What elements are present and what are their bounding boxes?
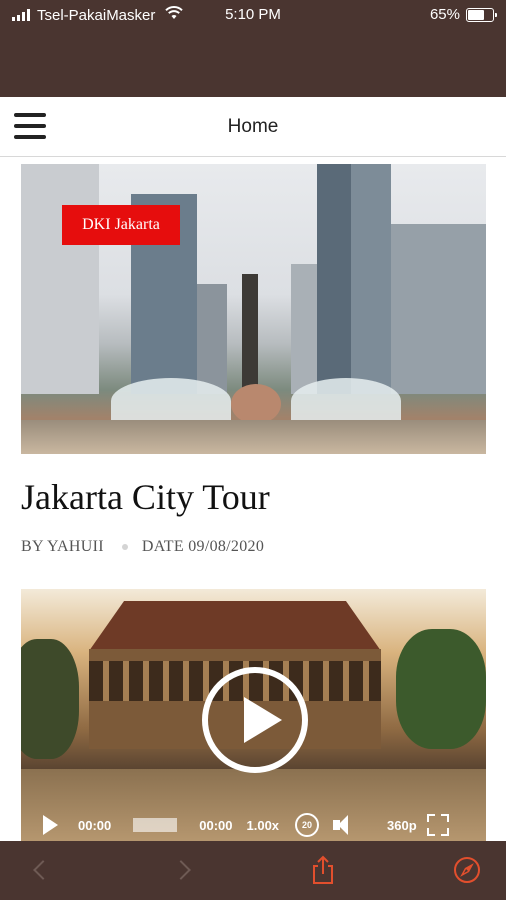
play-overlay-icon[interactable] bbox=[202, 667, 308, 773]
page-title: Home bbox=[227, 116, 279, 137]
featured-image[interactable]: DKI Jakarta bbox=[21, 164, 486, 454]
video-player[interactable]: 00:00 00:00 1.00x 20 360p bbox=[21, 589, 486, 841]
back-arrow-icon[interactable] bbox=[28, 855, 58, 885]
playback-speed[interactable]: 1.00x bbox=[247, 818, 280, 833]
compass-icon[interactable] bbox=[452, 855, 482, 885]
volume-icon[interactable] bbox=[333, 815, 359, 835]
post-date: DATE 09/08/2020 bbox=[141, 538, 265, 555]
carrier-name: Tsel-PakaiMasker bbox=[37, 6, 156, 24]
current-time: 00:00 bbox=[78, 817, 112, 833]
seek-bar[interactable] bbox=[133, 818, 178, 832]
forward-arrow-icon[interactable] bbox=[166, 855, 196, 885]
share-icon[interactable] bbox=[308, 855, 338, 885]
main-content[interactable]: DKI Jakarta Jakarta City Tour BY YAHUII … bbox=[0, 158, 506, 841]
play-icon[interactable] bbox=[43, 815, 58, 835]
post-meta: BY YAHUII DATE 09/08/2020 bbox=[21, 538, 264, 556]
menu-icon[interactable] bbox=[14, 111, 46, 141]
video-controls: 00:00 00:00 1.00x 20 360p bbox=[21, 806, 486, 841]
battery-icon bbox=[466, 7, 497, 22]
post-title[interactable]: Jakarta City Tour bbox=[21, 476, 270, 518]
status-bar: Tsel-PakaiMasker 5:10 PM 65% bbox=[0, 0, 506, 97]
battery-percent: 65% bbox=[429, 6, 460, 23]
top-navbar: Home bbox=[0, 97, 506, 157]
post-author: BY YAHUII bbox=[21, 538, 104, 555]
meta-separator bbox=[121, 544, 128, 550]
status-right: 65% bbox=[429, 6, 497, 23]
quality-selector[interactable]: 360p bbox=[387, 818, 417, 833]
fullscreen-icon[interactable] bbox=[426, 814, 449, 836]
signal-icon bbox=[12, 9, 30, 21]
browser-toolbar bbox=[0, 841, 506, 900]
category-tag[interactable]: DKI Jakarta bbox=[62, 205, 180, 245]
duration: 00:00 bbox=[199, 817, 233, 833]
wifi-icon bbox=[165, 6, 184, 24]
replay-icon[interactable]: 20 bbox=[295, 813, 320, 837]
status-left: Tsel-PakaiMasker bbox=[12, 6, 184, 24]
